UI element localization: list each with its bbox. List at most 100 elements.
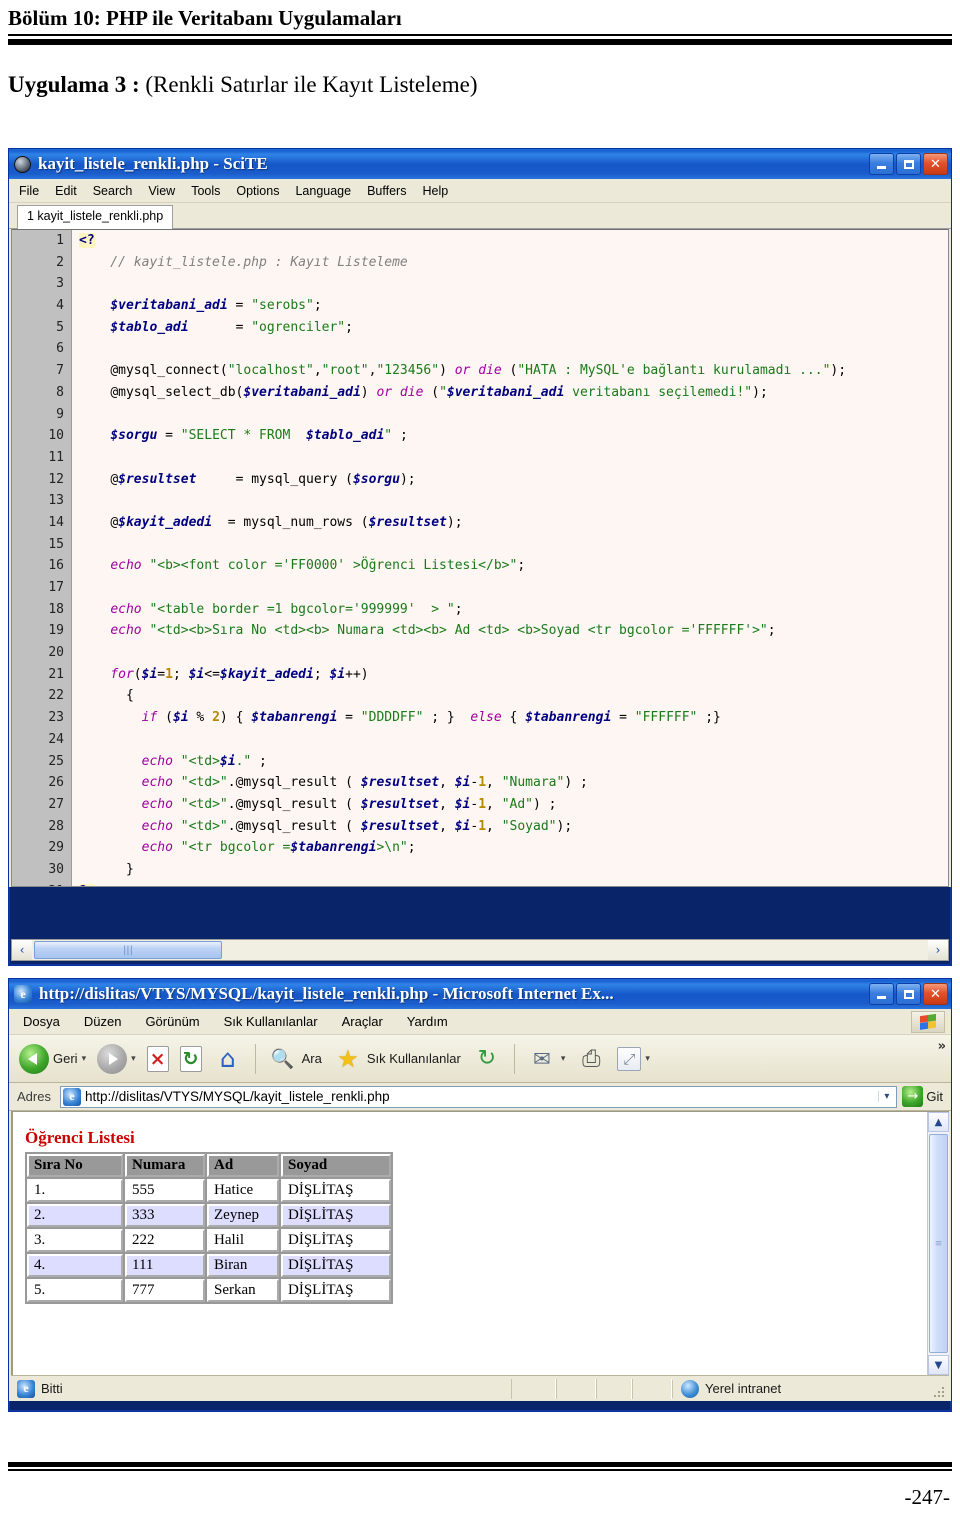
horizontal-scrollbar[interactable]: ‹ ||| › <box>11 939 949 961</box>
code-content[interactable]: <? // kayit_listele.php : Kayıt Listelem… <box>73 230 948 886</box>
code-line: } <box>125 861 134 877</box>
hscroll-thumb[interactable]: ||| <box>34 941 222 959</box>
code-line: @mysql_select_db($veritabani_adi) or die… <box>110 384 768 400</box>
refresh-button[interactable] <box>176 1044 206 1074</box>
line-number: 27 <box>48 796 64 812</box>
menu-item-search[interactable]: Search <box>93 184 133 198</box>
scite-window[interactable]: kayit_listele_renkli.php - SciTE ✕ File … <box>8 148 952 966</box>
code-line: $veritabani_adi = "serobs"; <box>110 298 322 314</box>
history-button[interactable] <box>468 1042 506 1076</box>
code-line: echo "<td>".@mysql_result ( $resultset, … <box>141 796 557 812</box>
table-cell: 4. <box>27 1254 123 1277</box>
table-cell: Halil <box>207 1229 279 1252</box>
code-line: <? <box>79 233 95 248</box>
table-cell: 111 <box>125 1254 205 1277</box>
scroll-up-icon[interactable]: ▲ <box>928 1112 949 1132</box>
home-button[interactable] <box>209 1042 247 1076</box>
maximize-button[interactable] <box>896 153 921 175</box>
resize-grip-icon[interactable] <box>933 1386 945 1398</box>
column-header: Sıra No <box>27 1154 123 1177</box>
chevron-down-icon[interactable]: ▾ <box>561 1054 566 1064</box>
menu-item-file[interactable]: File <box>19 184 39 198</box>
menu-item-yardim[interactable]: Yardım <box>407 1014 448 1029</box>
code-line: @$kayit_adedi = mysql_num_rows ($results… <box>110 514 463 530</box>
search-button[interactable]: Ara <box>264 1042 326 1076</box>
menu-item-gorunum[interactable]: Görünüm <box>145 1014 199 1029</box>
menu-item-sik-kullanilanlar[interactable]: Sık Kullanılanlar <box>224 1014 318 1029</box>
column-header: Numara <box>125 1154 205 1177</box>
minimize-button[interactable] <box>869 983 894 1005</box>
windows-logo-icon <box>911 1011 945 1033</box>
maximize-button[interactable] <box>896 983 921 1005</box>
status-left: e Bitti <box>11 1379 511 1398</box>
line-number: 17 <box>48 580 64 595</box>
stop-icon <box>146 1045 169 1072</box>
address-label: Adres <box>17 1089 51 1104</box>
menu-item-dosya[interactable]: Dosya <box>23 1014 60 1029</box>
menu-item-tools[interactable]: Tools <box>191 184 220 198</box>
address-value[interactable]: http://dislitas/VTYS/MYSQL/kayit_listele… <box>85 1089 874 1104</box>
document-header: Bölüm 10: PHP ile Veritabanı Uygulamalar… <box>8 6 952 45</box>
result-heading: Öğrenci Listesi <box>25 1128 135 1147</box>
scroll-left-icon[interactable]: ‹ <box>12 940 32 960</box>
line-number: 23 <box>48 710 64 726</box>
scite-editor[interactable]: 1 2 3 4 5 6 7 8 9 10 11 12 13 14 15 16 17 18 19 20 21 22 23 24 2… <box>11 229 949 887</box>
browser-viewport: Öğrenci Listesi Sıra No Numara Ad Soyad 1. 55… <box>11 1111 949 1375</box>
vertical-scrollbar[interactable]: ▲ ≡ ▼ <box>927 1112 949 1375</box>
close-icon[interactable]: ✕ <box>923 983 948 1005</box>
status-cell <box>596 1378 632 1399</box>
table-cell: 333 <box>125 1204 205 1227</box>
scite-title-text: kayit_listele_renkli.php - SciTE <box>38 154 268 173</box>
browser-titlebar[interactable]: e http://dislitas/VTYS/MYSQL/kayit_liste… <box>9 979 951 1009</box>
chevron-down-icon[interactable]: ▾ <box>82 1054 87 1064</box>
minimize-button[interactable] <box>869 153 894 175</box>
address-bar: Adres e http://dislitas/VTYS/MYSQL/kayit… <box>9 1083 951 1111</box>
page-favicon-icon: e <box>62 1087 81 1106</box>
menu-item-duzen[interactable]: Düzen <box>84 1014 122 1029</box>
code-line: echo "<b><font color ='FF0000' >Öğrenci … <box>110 558 526 574</box>
tab-kayit-listele-renkli[interactable]: 1 kayit_listele_renkli.php <box>17 205 174 229</box>
stop-button[interactable] <box>143 1044 173 1074</box>
favorites-button[interactable]: Sık Kullanılanlar <box>329 1042 465 1076</box>
print-button[interactable] <box>572 1042 610 1076</box>
column-header: Ad <box>207 1154 279 1177</box>
forward-button[interactable]: ▾ <box>93 1042 140 1076</box>
document-footer: -247- <box>8 1462 952 1510</box>
line-number: 25 <box>48 753 64 769</box>
scroll-right-icon[interactable]: › <box>928 940 948 960</box>
scroll-down-icon[interactable]: ▼ <box>928 1355 949 1375</box>
browser-window[interactable]: e http://dislitas/VTYS/MYSQL/kayit_liste… <box>8 978 952 1412</box>
chevron-down-icon[interactable]: ▾ <box>131 1054 136 1064</box>
scite-titlebar[interactable]: kayit_listele_renkli.php - SciTE ✕ <box>9 149 951 179</box>
vscroll-thumb[interactable]: ≡ <box>929 1134 948 1353</box>
address-input[interactable]: e http://dislitas/VTYS/MYSQL/kayit_liste… <box>59 1085 898 1108</box>
go-button[interactable]: → Git <box>902 1086 947 1107</box>
menu-item-language[interactable]: Language <box>295 184 351 198</box>
menu-item-buffers[interactable]: Buffers <box>367 184 406 198</box>
back-button[interactable]: Geri ▾ <box>15 1042 90 1076</box>
chevron-down-icon[interactable]: ▾ <box>645 1054 650 1064</box>
mail-button[interactable]: ▾ <box>523 1042 570 1076</box>
line-number: 13 <box>48 493 64 509</box>
edit-button[interactable]: ▾ <box>613 1045 654 1073</box>
menu-item-help[interactable]: Help <box>422 184 448 198</box>
chevron-down-icon[interactable]: ▾ <box>878 1091 894 1102</box>
table-cell: 2. <box>27 1204 123 1227</box>
star-icon <box>333 1044 363 1074</box>
toolbar-overflow-icon[interactable]: » <box>938 1039 946 1054</box>
menu-item-view[interactable]: View <box>148 184 175 198</box>
code-line: { <box>125 688 134 704</box>
menu-item-options[interactable]: Options <box>236 184 279 198</box>
menu-item-edit[interactable]: Edit <box>55 184 77 198</box>
menu-item-araclar[interactable]: Araçlar <box>342 1014 383 1029</box>
close-icon[interactable]: ✕ <box>923 153 948 175</box>
line-number: 1 <box>56 233 64 248</box>
table-row: 4. 111 Biran DİŞLİTAŞ <box>27 1254 391 1277</box>
line-number: 18 <box>48 601 64 617</box>
go-button-label: Git <box>926 1089 943 1104</box>
history-icon <box>472 1044 502 1074</box>
line-number: 8 <box>56 384 64 400</box>
code-line: $sorgu = "SELECT * FROM $tablo_adi" ; <box>110 428 408 444</box>
